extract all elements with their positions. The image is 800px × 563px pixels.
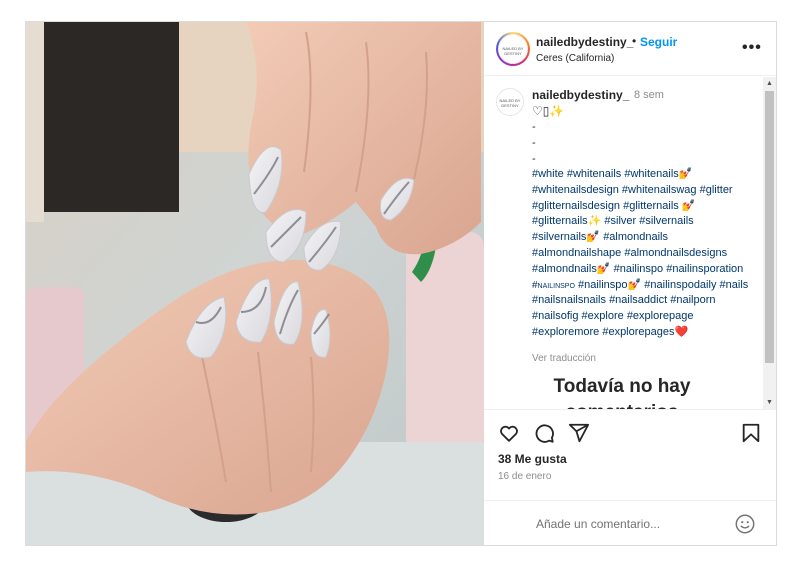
avatar-logo-text: NAILED BY DESTINY bbox=[499, 98, 521, 108]
dash-line: - bbox=[532, 153, 536, 165]
hashtag-link[interactable]: #nailinspo bbox=[578, 279, 628, 291]
hashtag-link[interactable]: #nails bbox=[720, 279, 749, 291]
hashtag-link[interactable]: #nailporn bbox=[670, 294, 715, 306]
hashtag-link[interactable]: #whitenailswag bbox=[622, 184, 697, 196]
post-side-panel: NAILED BY DESTINY nailedbydestiny_ • Seg… bbox=[484, 22, 776, 545]
sparkles-icon: ✨ bbox=[549, 104, 565, 118]
hashtag-link[interactable]: #nailinspo bbox=[532, 280, 575, 291]
like-count[interactable]: 38 Me gusta bbox=[498, 452, 567, 466]
author-username[interactable]: nailedbydestiny_ bbox=[536, 35, 633, 49]
no-comments-title: Todavía no hay bbox=[553, 376, 691, 397]
caption-scrollbar[interactable]: ▲ ▼ bbox=[763, 77, 776, 409]
post-header: NAILED BY DESTINY nailedbydestiny_ • Seg… bbox=[484, 22, 776, 76]
avatar-logo-text: NAILED BY DESTINY bbox=[502, 46, 524, 56]
hashtag-link[interactable]: #whitenails bbox=[624, 168, 678, 180]
share-icon[interactable] bbox=[568, 422, 590, 444]
caption-avatar[interactable]: NAILED BY DESTINY bbox=[496, 88, 524, 116]
nail-polish-icon: 💅 bbox=[586, 231, 601, 244]
hashtag-link[interactable]: #silvernails bbox=[639, 215, 693, 227]
post-dialog: NAILED BY DESTINY nailedbydestiny_ • Seg… bbox=[25, 21, 777, 546]
hashtag-link[interactable]: #explore bbox=[582, 310, 624, 322]
hashtag-link[interactable]: #glitternails bbox=[623, 200, 679, 212]
hashtag-link[interactable]: #silver bbox=[604, 215, 636, 227]
caption-emoji-line: ♡▯✨ bbox=[532, 104, 564, 118]
see-translation-link[interactable]: Ver traducción bbox=[532, 353, 596, 364]
caption-hashtags: #white #whitenails #whitenails💅 #whitena… bbox=[532, 167, 750, 341]
follow-button[interactable]: Seguir bbox=[640, 35, 677, 49]
hashtag-link[interactable]: #nailsofig bbox=[532, 310, 578, 322]
hashtag-link[interactable]: #nailinspodaily bbox=[644, 279, 716, 291]
post-date[interactable]: 16 de enero bbox=[498, 471, 551, 482]
hashtag-link[interactable]: #white bbox=[532, 168, 564, 180]
author-avatar[interactable]: NAILED BY DESTINY bbox=[496, 32, 530, 66]
comment-bar bbox=[484, 500, 776, 545]
hashtag-link[interactable]: #exploremore bbox=[532, 326, 599, 338]
hashtag-link[interactable]: #almondnails bbox=[532, 263, 597, 275]
more-options-icon[interactable]: ••• bbox=[742, 39, 762, 57]
hashtag-link[interactable]: #whitenails bbox=[567, 168, 621, 180]
white-heart-icon: ♡ bbox=[532, 104, 543, 118]
bookmark-icon[interactable] bbox=[740, 422, 762, 444]
hashtag-link[interactable]: #almondnailshape bbox=[532, 247, 621, 259]
dash-line: - bbox=[532, 121, 536, 133]
hashtag-link[interactable]: #explorepages bbox=[602, 326, 674, 338]
hashtag-link[interactable]: #glitternailsdesign bbox=[532, 200, 620, 212]
hashtag-link[interactable]: #almondnails bbox=[603, 231, 668, 243]
nail-polish-icon: 💅 bbox=[596, 262, 611, 275]
dash-line: - bbox=[532, 137, 536, 149]
comment-input[interactable] bbox=[536, 515, 726, 533]
post-photo[interactable] bbox=[26, 22, 484, 545]
post-location[interactable]: Ceres (California) bbox=[536, 53, 614, 64]
sparkles-icon: ✨ bbox=[587, 215, 602, 228]
hashtag-link[interactable]: #silvernails bbox=[532, 231, 586, 243]
scroll-down-arrow-icon[interactable]: ▼ bbox=[763, 396, 776, 409]
hashtag-link[interactable]: #explorepage bbox=[627, 310, 694, 322]
scroll-up-arrow-icon[interactable]: ▲ bbox=[763, 77, 776, 90]
red-heart-icon: ❤️ bbox=[674, 325, 689, 338]
scrollbar-thumb[interactable] bbox=[765, 91, 774, 363]
caption-username[interactable]: nailedbydestiny_ bbox=[532, 88, 629, 102]
hashtag-link[interactable]: #almondnailsdesigns bbox=[624, 247, 727, 259]
nail-polish-icon: 💅 bbox=[681, 199, 696, 212]
hashtag-link[interactable]: #glitternails bbox=[532, 215, 588, 227]
no-comments-message: Todavía no hay comentarios bbox=[484, 374, 760, 409]
no-comments-subtitle: comentarios bbox=[484, 400, 760, 409]
separator-dot: • bbox=[632, 34, 637, 48]
hashtag-link[interactable]: #nailsnailsnails bbox=[532, 294, 606, 306]
hashtag-link[interactable]: #glitter bbox=[700, 184, 733, 196]
heart-icon[interactable] bbox=[498, 422, 520, 444]
post-actions: 38 Me gusta 16 de enero bbox=[484, 409, 776, 545]
caption-dashes: - - - bbox=[532, 119, 536, 167]
hashtag-link[interactable]: #nailsaddict bbox=[609, 294, 667, 306]
hashtag-link[interactable]: #nailinsporation bbox=[666, 263, 743, 275]
nail-polish-icon: 💅 bbox=[627, 278, 642, 291]
nail-photo-illustration bbox=[26, 22, 484, 545]
emoji-icon[interactable] bbox=[734, 513, 756, 535]
nail-polish-icon: 💅 bbox=[678, 168, 693, 180]
comment-icon[interactable] bbox=[533, 422, 555, 444]
hashtag-link[interactable]: #whitenailsdesign bbox=[532, 184, 619, 196]
hashtag-link[interactable]: #nailinspo bbox=[614, 263, 664, 275]
caption-timestamp[interactable]: 8 sem bbox=[634, 89, 664, 101]
caption-scroll-area[interactable]: NAILED BY DESTINY nailedbydestiny_ 8 sem… bbox=[484, 77, 776, 409]
